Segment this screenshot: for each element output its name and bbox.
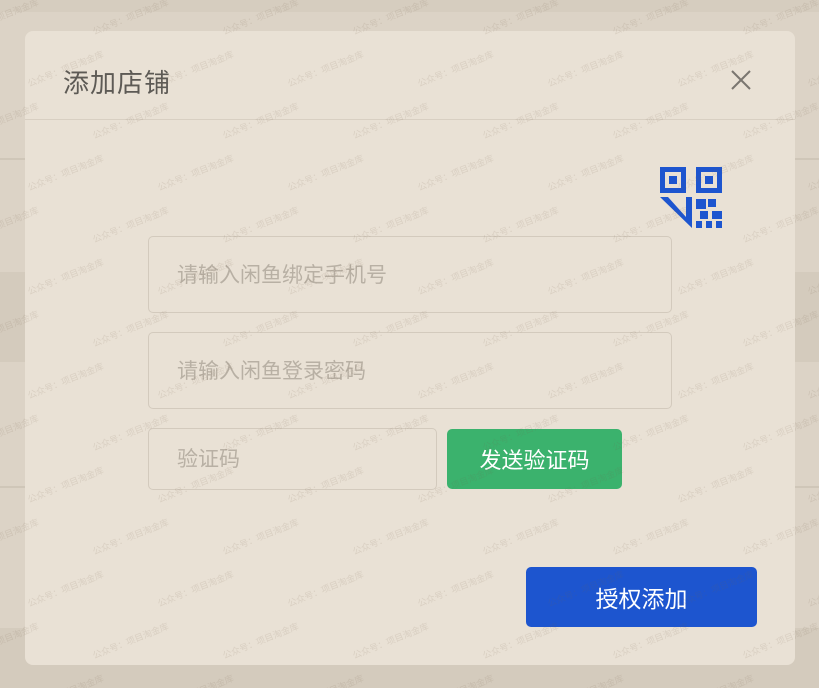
close-icon[interactable] [725,64,757,96]
backdrop-band [0,0,819,12]
watermark-text: 公众号：项目淘金库 [806,50,819,90]
watermark-text: 公众号：项目淘金库 [806,466,819,506]
qr-code-icon[interactable] [660,167,723,228]
phone-input[interactable] [148,236,672,313]
dialog-title: 添加店铺 [63,69,172,99]
password-input[interactable] [148,332,672,409]
watermark-text: 公众号：项目淘金库 [806,362,819,402]
verification-code-input[interactable] [148,428,437,490]
watermark-text: 公众号：项目淘金库 [806,570,819,610]
dialog-header: 添加店铺 [25,31,795,120]
authorize-add-button[interactable]: 授权添加 [526,567,757,627]
send-code-button[interactable]: 发送验证码 [447,429,622,489]
add-shop-dialog: 添加店铺 请输入闲鱼绑定手机号 验证码 发送验证码 授权添加 [25,31,795,665]
